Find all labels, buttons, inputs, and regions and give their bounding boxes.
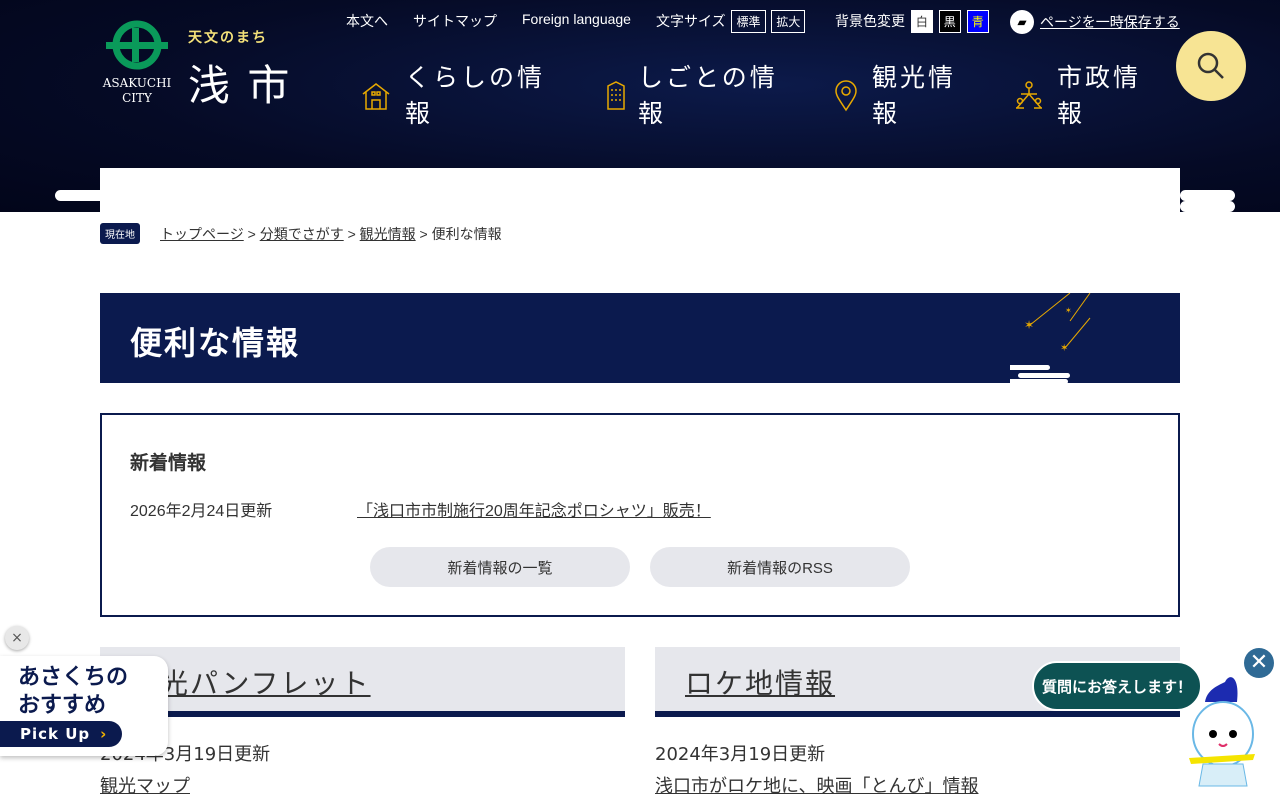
svg-text:✶: ✶ xyxy=(1060,343,1068,354)
city-name: 浅 市 xyxy=(188,61,292,110)
svg-text:✶: ✶ xyxy=(1024,318,1034,332)
section-link[interactable]: 観光マップ xyxy=(100,772,190,798)
page-title: 便利な情報 xyxy=(130,324,301,362)
breadcrumb: 現在地 トップページ > 分類でさがす > 観光情報 > 便利な情報 xyxy=(100,223,502,244)
section-title-link[interactable]: ロケ地情報 xyxy=(685,662,835,702)
font-large-button[interactable]: 拡大 xyxy=(771,10,806,33)
news-heading: 新着情報 xyxy=(130,452,207,474)
news-date: 2026年2月24日更新 xyxy=(130,503,273,520)
nav-administration[interactable]: 市政情報 xyxy=(1057,60,1147,132)
search-icon xyxy=(1197,52,1224,79)
chatbot-bubble[interactable]: 質問にお答えします！ xyxy=(1032,661,1202,711)
people-icon xyxy=(1016,81,1042,109)
shooting-stars-icon: ✶ ✶ ✶ xyxy=(1010,293,1091,383)
breadcrumb-link[interactable]: 観光情報 xyxy=(360,224,416,244)
chatbot-mascot-icon[interactable] xyxy=(1185,672,1275,792)
section-link[interactable]: 浅口市がロケ地に、映画「とんび」情報 xyxy=(655,772,978,798)
pickup-title: あさくちのおすすめ xyxy=(18,665,129,718)
map-pin-icon xyxy=(835,80,857,112)
svg-text:✶: ✶ xyxy=(1065,306,1072,315)
nav-work[interactable]: しごとの情報 xyxy=(638,60,788,132)
chevron-right-icon: › xyxy=(100,725,108,743)
save-page-link[interactable]: ▰ ページを一時保存する xyxy=(1010,10,1180,34)
site-header: ASAKUCHI CITY 天文のまち 浅 市 本文へ サイトマップ Forei… xyxy=(0,0,1280,212)
bg-color-control: 背景色変更 白 黒 青 xyxy=(835,10,989,33)
news-rss-button[interactable]: 新着情報のRSS xyxy=(650,547,910,587)
building-icon xyxy=(607,81,625,110)
pickup-button[interactable]: Pick Up › xyxy=(0,721,122,747)
nav-living[interactable]: くらしの情報 xyxy=(405,60,555,132)
page-title-band: 便利な情報 ✶ ✶ ✶ xyxy=(100,293,1180,383)
bg-blue-button[interactable]: 青 xyxy=(966,10,989,33)
breadcrumb-current: 便利な情報 xyxy=(431,225,502,242)
font-size-control: 文字サイズ 標準 拡大 xyxy=(656,10,806,33)
bg-black-button[interactable]: 黒 xyxy=(938,10,961,33)
sitemap-link[interactable]: サイトマップ xyxy=(413,11,497,31)
current-location-badge: 現在地 xyxy=(100,223,140,244)
pickup-banner[interactable]: あさくちのおすすめ Pick Up › xyxy=(0,656,168,756)
folder-icon: ▰ xyxy=(1010,10,1034,34)
bg-white-button[interactable]: 白 xyxy=(910,10,933,33)
pickup-close-button[interactable]: × xyxy=(5,626,29,650)
house-icon xyxy=(362,83,390,110)
skip-to-content-link[interactable]: 本文へ xyxy=(346,11,388,31)
breadcrumb-link[interactable]: トップページ xyxy=(160,224,244,244)
city-logo[interactable]: ASAKUCHI CITY xyxy=(100,20,171,105)
tagline: 天文のまち xyxy=(188,30,268,46)
section-date: 2024年3月19日更新 xyxy=(655,744,826,765)
news-list-button[interactable]: 新着情報の一覧 xyxy=(370,547,630,587)
section-header-pamphlet: 観光パンフレット xyxy=(100,647,625,717)
nav-tourism[interactable]: 観光情報 xyxy=(872,60,962,132)
breadcrumb-link[interactable]: 分類でさがす xyxy=(260,224,344,244)
search-button[interactable] xyxy=(1176,31,1246,101)
foreign-language-link[interactable]: Foreign language xyxy=(522,11,631,27)
font-standard-button[interactable]: 標準 xyxy=(731,10,766,33)
city-emblem-icon xyxy=(106,20,168,70)
news-panel: 新着情報 2026年2月24日更新 「浅口市市制施行20周年記念ポロシャツ」販売… xyxy=(100,413,1180,617)
news-link[interactable]: 「浅口市市制施行20周年記念ポロシャツ」販売！ xyxy=(357,497,711,521)
